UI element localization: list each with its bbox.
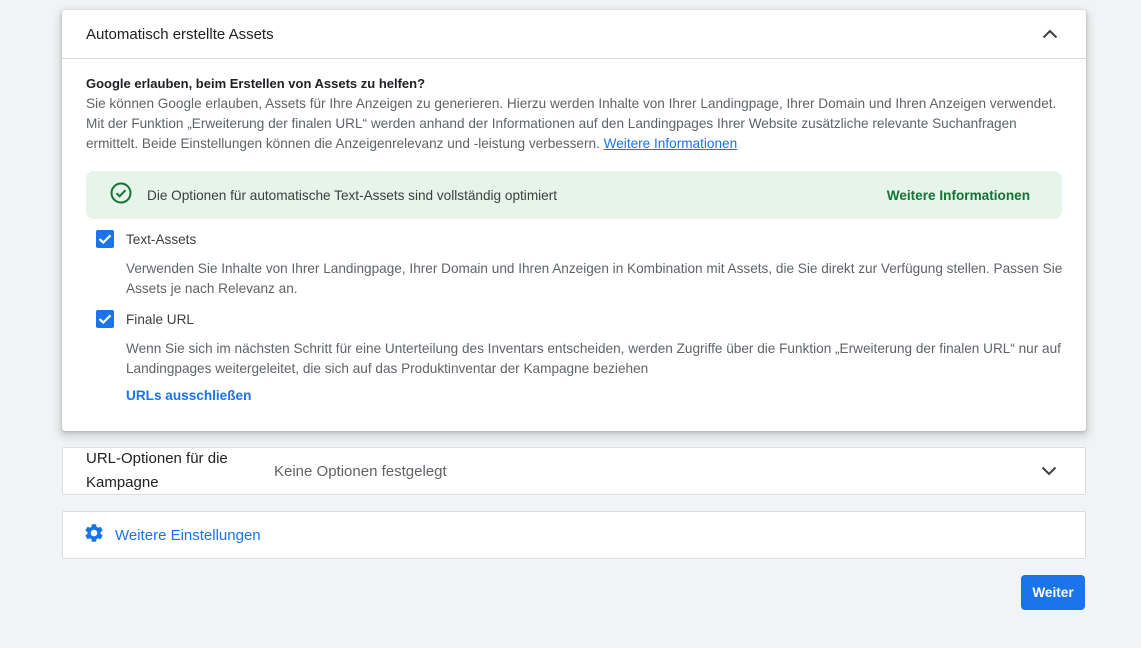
question-description-text: Sie können Google erlauben, Assets für I… [86, 96, 1057, 151]
final-url-checkbox[interactable] [96, 310, 114, 328]
optimized-banner: Die Optionen für automatische Text-Asset… [86, 171, 1062, 219]
url-options-value: Keine Optionen festgelegt [274, 462, 447, 480]
question-description: Sie können Google erlauben, Assets für I… [86, 94, 1058, 154]
url-options-title: URL-Optionen für die Kampagne [86, 450, 228, 491]
text-assets-description: Verwenden Sie Inhalte von Ihrer Landingp… [126, 261, 1063, 296]
banner-text: Die Optionen für automatische Text-Asset… [147, 187, 558, 203]
gear-icon [83, 522, 105, 549]
learn-more-link[interactable]: Weitere Informationen [604, 136, 738, 151]
check-circle-icon [110, 182, 132, 209]
auto-assets-card: Automatisch erstellte Assets Google erla… [62, 10, 1086, 431]
question-title: Google erlauben, beim Erstellen von Asse… [86, 76, 426, 91]
text-assets-checkbox[interactable] [96, 230, 114, 248]
chevron-down-icon[interactable] [1037, 459, 1061, 483]
auto-assets-title: Automatisch erstellte Assets [86, 25, 274, 43]
more-settings-label: Weitere Einstellungen [115, 526, 261, 544]
option-final-url[interactable]: Finale URL [96, 310, 1062, 328]
final-url-label: Finale URL [126, 311, 194, 327]
more-settings-card[interactable]: Weitere Einstellungen [62, 511, 1086, 559]
url-options-card[interactable]: URL-Optionen für die Kampagne Keine Opti… [62, 447, 1086, 495]
banner-learn-more-link[interactable]: Weitere Informationen [887, 188, 1030, 203]
page: Automatisch erstellte Assets Google erla… [0, 0, 1141, 648]
chevron-up-icon[interactable] [1038, 22, 1062, 46]
final-url-description: Wenn Sie sich im nächsten Schritt für ei… [126, 341, 1061, 376]
auto-assets-body: Google erlauben, beim Erstellen von Asse… [62, 59, 1086, 405]
text-assets-label: Text-Assets [126, 231, 197, 247]
option-text-assets[interactable]: Text-Assets [96, 230, 1062, 248]
next-button[interactable]: Weiter [1021, 575, 1085, 610]
exclude-urls-link[interactable]: URLs ausschließen [126, 388, 251, 403]
auto-assets-header[interactable]: Automatisch erstellte Assets [62, 10, 1086, 59]
